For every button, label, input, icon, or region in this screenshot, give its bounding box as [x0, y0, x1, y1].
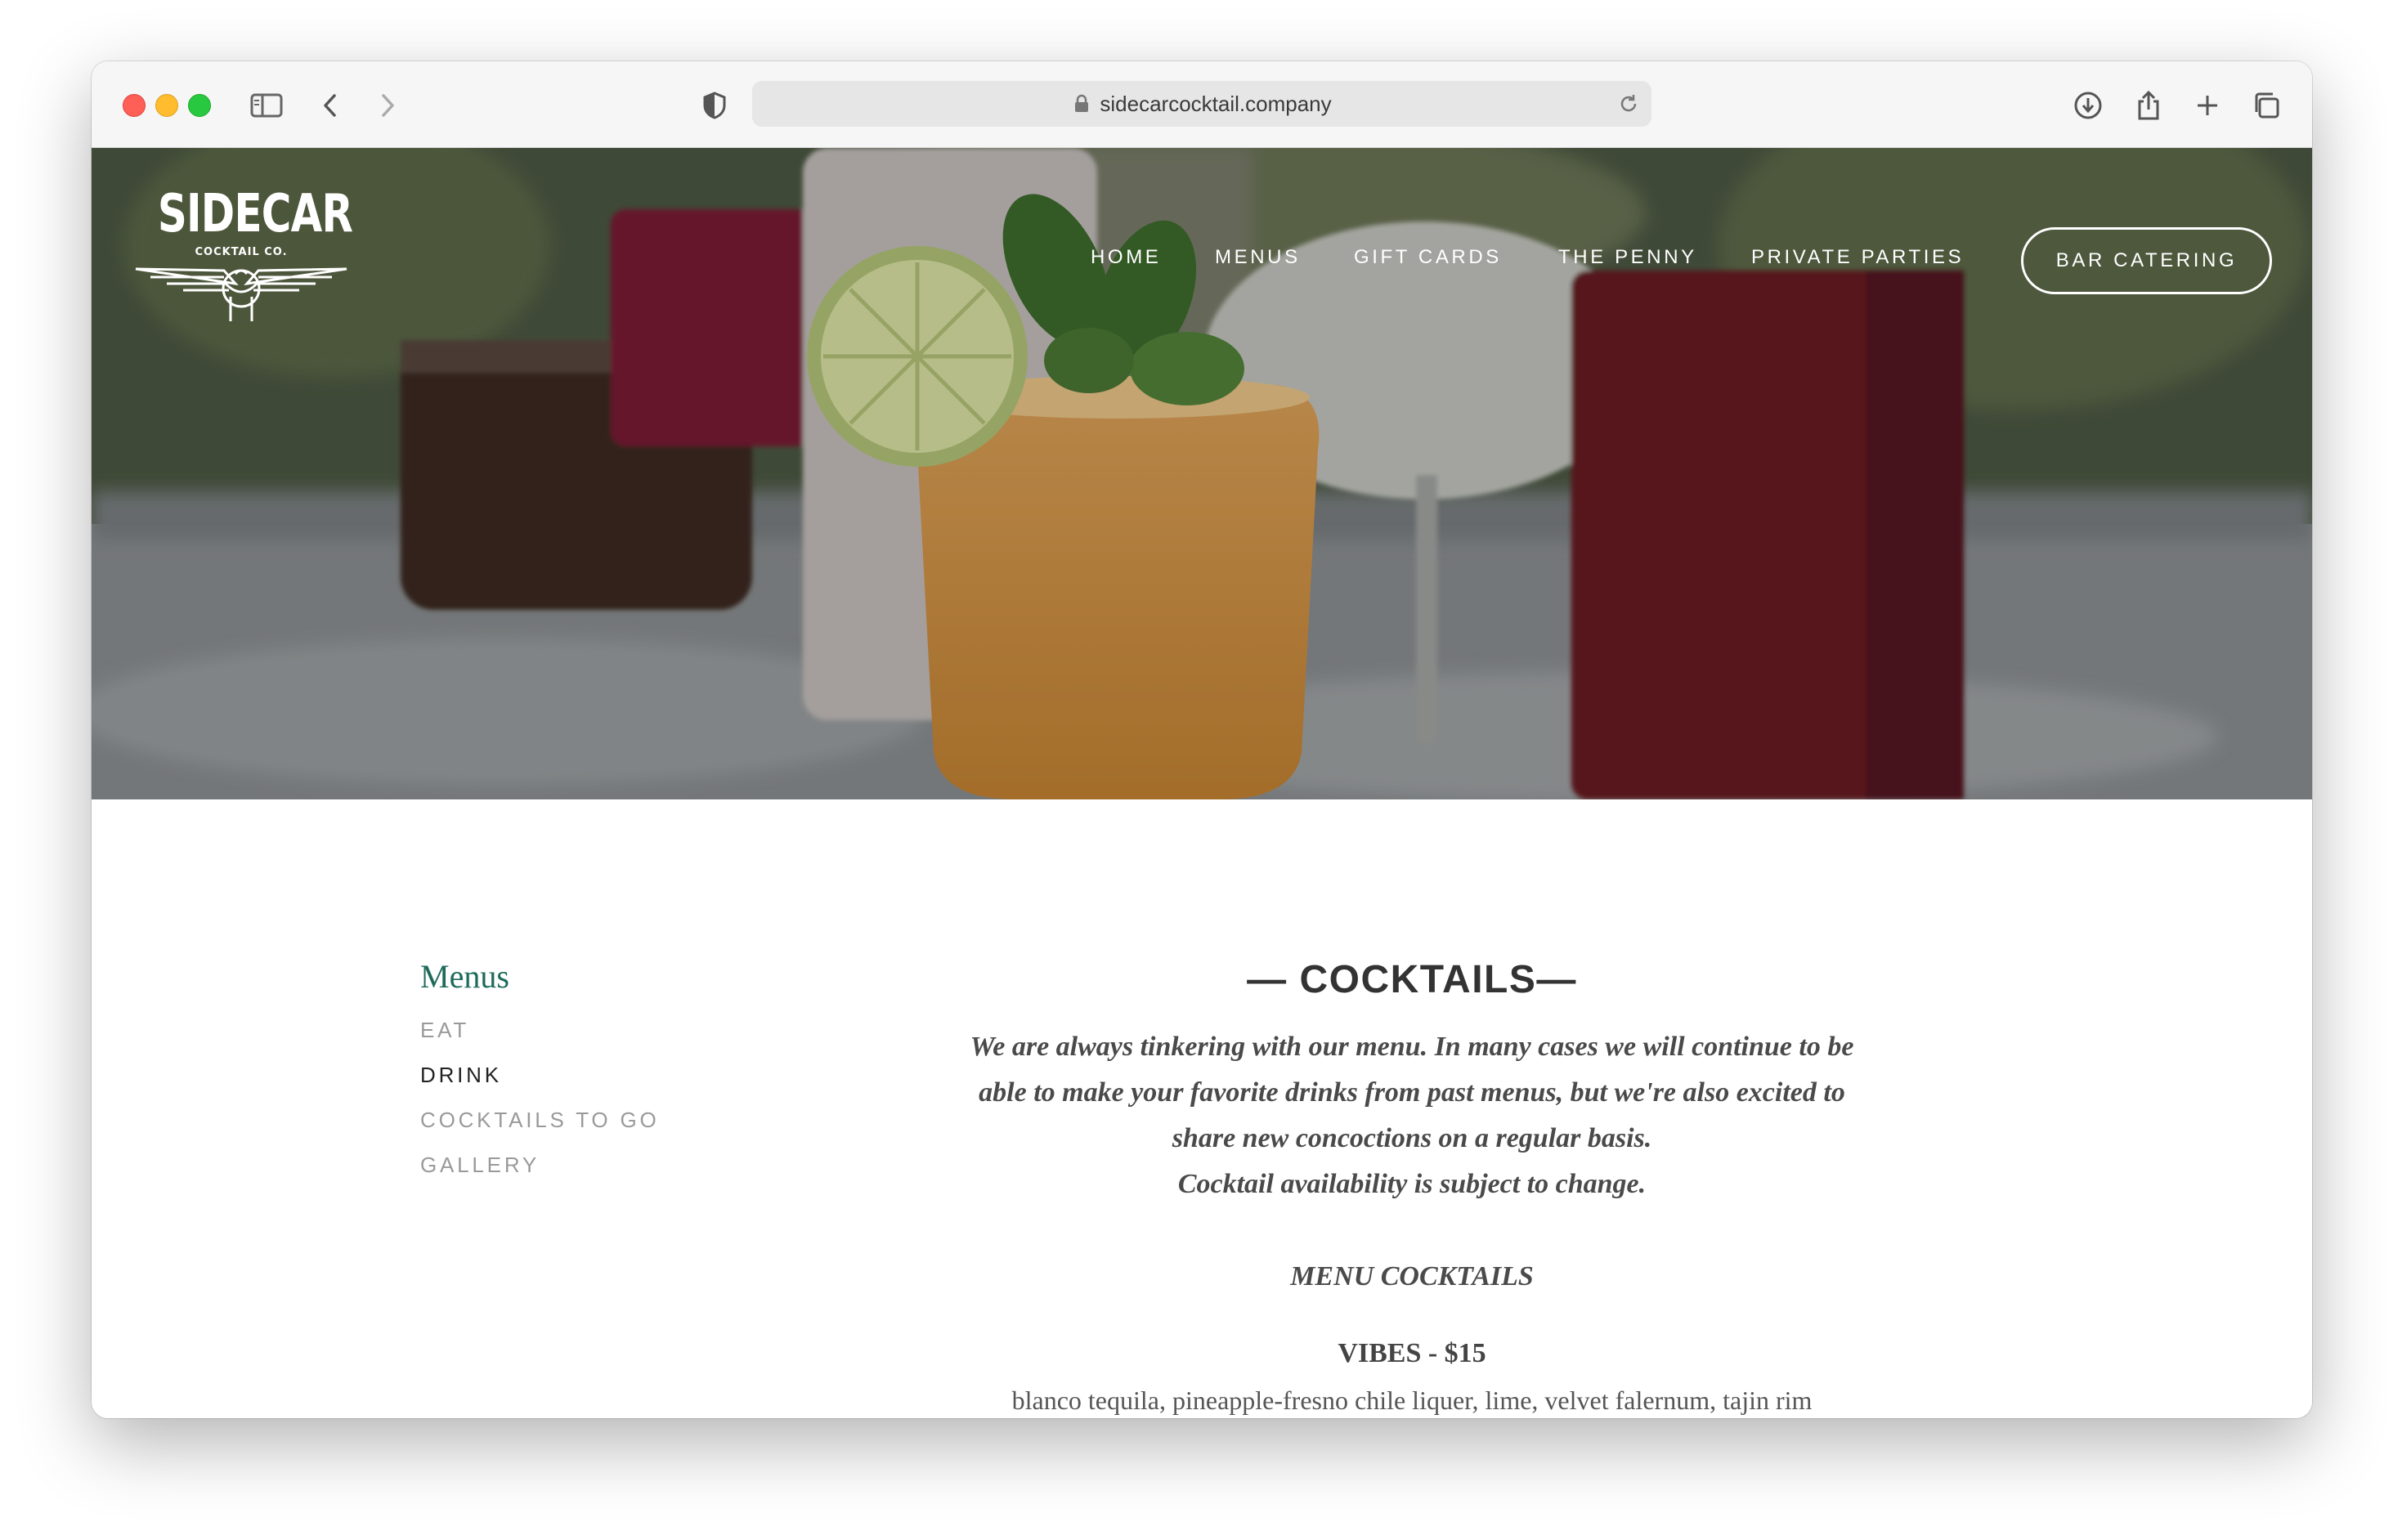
browser-toolbar: sidecarcocktail.company [92, 61, 2312, 148]
nav-home[interactable]: HOME [1091, 246, 1161, 269]
web-page: SIDECAR COCKTAIL CO. HOME MENUS GIFT CAR… [92, 148, 2312, 1418]
section-heading: MENU COCKTAILS [1290, 1261, 1534, 1292]
back-icon[interactable] [312, 87, 348, 123]
sidebar-link-gallery[interactable]: GALLERY [420, 1153, 540, 1178]
hero-banner: SIDECAR COCKTAIL CO. HOME MENUS GIFT CAR… [92, 148, 2312, 799]
logo-wordmark: SIDECAR [157, 184, 353, 244]
nav-gift-cards[interactable]: GIFT CARDS [1354, 246, 1502, 269]
url-text: sidecarcocktail.company [1100, 91, 1332, 116]
minimize-window-button[interactable] [155, 94, 178, 117]
zoom-window-button[interactable] [188, 94, 211, 117]
sidebar-link-drink[interactable]: DRINK [420, 1063, 502, 1088]
downloads-icon[interactable] [2070, 87, 2106, 123]
intro-line: Cocktail availability is subject to chan… [1177, 1169, 1647, 1199]
share-icon[interactable] [2131, 87, 2167, 123]
sidebar-title: Menus [420, 958, 509, 995]
intro-text: We are always tinkering with our menu. I… [909, 1024, 1915, 1207]
nav-menus[interactable]: MENUS [1215, 246, 1301, 269]
sidebar-toggle-icon[interactable] [249, 87, 285, 123]
hero-overlay [92, 148, 2312, 799]
tab-overview-icon[interactable] [2248, 87, 2284, 123]
logo-subtext: COCKTAIL CO. [195, 246, 288, 258]
close-window-button[interactable] [123, 94, 146, 117]
intro-line: able to make your favorite drinks from p… [979, 1077, 1845, 1108]
sidecar-logo[interactable]: SIDECAR COCKTAIL CO. [134, 184, 353, 339]
browser-window: sidecarcocktail.company SIDECAR COCKTAIL… [92, 61, 2312, 1418]
sidebar-link-cocktails-to-go[interactable]: COCKTAILS TO GO [420, 1108, 660, 1133]
menu-item-name: VIBES - $15 [1338, 1338, 1486, 1368]
intro-line: share new concoctions on a regular basis… [1172, 1123, 1652, 1153]
bar-catering-button[interactable]: BAR CATERING [2021, 227, 2272, 294]
intro-line: We are always tinkering with our menu. I… [970, 1032, 1854, 1062]
sidebar-link-eat[interactable]: EAT [420, 1018, 469, 1043]
address-bar[interactable]: sidecarcocktail.company [752, 81, 1651, 127]
menu-item-description: blanco tequila, pineapple-fresno chile l… [1011, 1386, 1813, 1415]
forward-icon[interactable] [370, 87, 406, 123]
nav-the-penny[interactable]: THE PENNY [1558, 246, 1697, 269]
nav-private-parties[interactable]: PRIVATE PARTIES [1751, 246, 1964, 269]
new-tab-icon[interactable] [2189, 87, 2225, 123]
winged-logo-emblem [135, 267, 347, 321]
page-heading: — COCKTAILS— [1247, 958, 1577, 1001]
privacy-shield-icon[interactable] [697, 87, 733, 123]
lock-icon [1075, 94, 1089, 112]
reload-icon[interactable] [1617, 92, 1640, 115]
